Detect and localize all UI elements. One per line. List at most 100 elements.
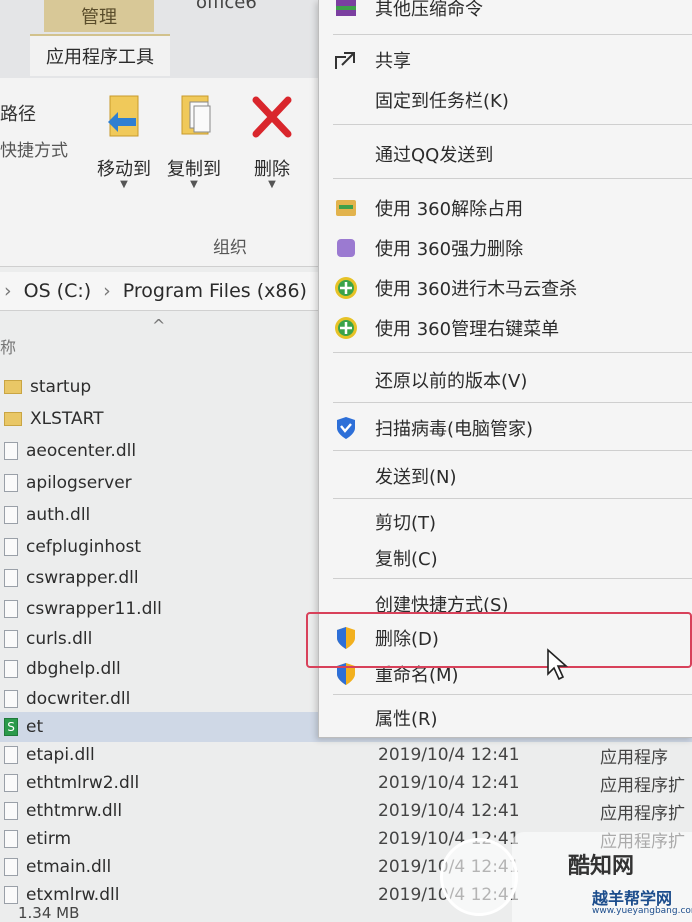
address-bar[interactable]: › OS (C:) › Program Files (x86) [0,272,330,311]
shield-icon [333,415,359,441]
paste-shortcut-label[interactable]: 快捷方式 [0,136,68,161]
file-name: et [26,717,44,737]
menu-separator [333,124,692,125]
move-to-button[interactable]: 移动到 ▼ [88,92,160,190]
list-item[interactable]: etapi.dll 2019/10/4 12:41 应用程序 [0,740,692,770]
mouse-cursor-icon [547,648,569,681]
list-item[interactable]: ethtmrw.dll 2019/10/4 12:41 应用程序扩 [0,796,692,826]
move-to-icon [108,95,139,137]
file-date: 2019/10/4 12:41 [378,745,520,765]
file-type: 应用程序 [600,747,668,768]
file-type: 应用程序扩 [600,803,685,824]
chevron-right-icon: › [4,280,12,302]
dll-file-icon [4,690,18,708]
exe-file-icon [4,538,18,556]
delete-label: 删除 [254,159,290,180]
breadcrumb-drive[interactable]: OS (C:) [24,280,92,302]
menu-item-label: 使用 360管理右键菜单 [375,319,560,340]
menu-separator [333,450,692,451]
menu-item-label: 其他压缩命令 [375,0,483,20]
file-icon [4,830,18,848]
menu-item-label: 通过QQ发送到 [375,145,494,166]
360-shred-icon [333,235,359,261]
menu-separator [333,578,692,579]
organize-group-label: 组织 [213,238,247,258]
tab-manage[interactable]: 管理 [44,0,154,32]
menu-item-share[interactable]: 共享 [319,42,692,78]
menu-item-label: 使用 360解除占用 [375,199,524,220]
tab-application-tools[interactable]: 应用程序工具 [30,34,170,76]
file-name: ethtmlrw2.dll [26,773,140,793]
menu-item-label: 固定到任务栏(K) [375,91,509,112]
dll-file-icon [4,660,18,678]
dll-file-icon [4,600,18,618]
share-icon [333,47,359,73]
chevron-down-icon: ▼ [190,179,198,190]
dll-file-icon [4,506,18,524]
menu-item-label: 发送到(N) [375,467,457,488]
menu-item-360-unlock[interactable]: 使用 360解除占用 [319,190,692,226]
menu-item-copy[interactable]: 复制(C) [319,540,692,576]
folder-icon [4,380,22,394]
menu-item-label: 使用 360进行木马云查杀 [375,279,578,300]
menu-item-cut[interactable]: 剪切(T) [319,504,692,540]
breadcrumb-folder[interactable]: Program Files (x86) [123,280,307,302]
menu-separator [333,352,692,353]
archive-icon [333,0,359,21]
dll-file-icon [4,442,18,460]
menu-item-send-to[interactable]: 发送到(N) [319,458,692,494]
menu-item-properties[interactable]: 属性(R) [319,700,692,736]
list-item[interactable]: ethtmlrw2.dll 2019/10/4 12:41 应用程序扩 [0,768,692,798]
file-type: 应用程序扩 [600,775,685,796]
file-name: etxmlrw.dll [26,885,120,905]
menu-item-pin-taskbar[interactable]: 固定到任务栏(K) [319,82,692,118]
file-name: etapi.dll [26,745,95,765]
exe-file-icon [4,474,18,492]
ribbon-tabs: 管理 office6 应用程序工具 [0,0,330,78]
chevron-down-icon: ▼ [268,179,276,190]
delete-highlight-annotation [306,612,692,668]
file-name: ethtmrw.dll [26,801,123,821]
menu-item-other-compress[interactable]: 其他压缩命令 [319,0,692,26]
status-bar-size: 1.34 MB [18,904,80,922]
dll-file-icon [4,630,18,648]
folder-icon [4,412,22,426]
file-name: auth.dll [26,505,91,525]
menu-item-360-shred[interactable]: 使用 360强力删除 [319,230,692,266]
file-name: cefpluginhost [26,537,142,557]
file-name: etmain.dll [26,857,112,877]
file-name: docwriter.dll [26,689,131,709]
menu-item-360-menu[interactable]: 使用 360管理右键菜单 [319,310,692,346]
file-name: aeocenter.dll [26,441,137,461]
copy-to-button[interactable]: 复制到 ▼ [158,92,230,190]
menu-separator [333,178,692,179]
delete-x-icon [252,96,292,138]
sort-up-icon: ^ [152,316,166,335]
file-name: cswrapper.dll [26,568,139,588]
menu-item-label: 复制(C) [375,549,438,570]
move-to-label: 移动到 [97,159,151,180]
menu-item-label: 还原以前的版本(V) [375,371,528,392]
menu-item-label: 使用 360强力删除 [375,239,524,260]
name-column-header[interactable]: 称 [0,334,16,358]
menu-item-label: 属性(R) [375,709,438,730]
file-name: etirm [26,829,72,849]
file-date: 2019/10/4 12:41 [378,801,520,821]
tab-office6[interactable]: office6 [196,0,257,13]
menu-separator [333,498,692,499]
delete-button[interactable]: 删除 ▼ [236,92,308,190]
menu-item-label: 共享 [375,51,411,72]
copy-to-label: 复制到 [167,159,221,180]
watermark-title: 酷知网 [568,854,635,879]
copy-path-label[interactable]: 路径 [0,100,36,126]
menu-item-send-qq[interactable]: 通过QQ发送到 [319,136,692,172]
dll-file-icon [4,746,18,764]
360-menu-icon [333,315,359,341]
copy-to-icon [181,95,211,135]
chevron-down-icon: ▼ [120,179,128,190]
menu-item-restore-versions[interactable]: 还原以前的版本(V) [319,362,692,398]
menu-separator [333,694,692,695]
menu-item-360-scan[interactable]: 使用 360进行木马云查杀 [319,270,692,306]
breadcrumb-separator: › [103,280,111,302]
menu-item-scan-virus[interactable]: 扫描病毒(电脑管家) [319,410,692,446]
